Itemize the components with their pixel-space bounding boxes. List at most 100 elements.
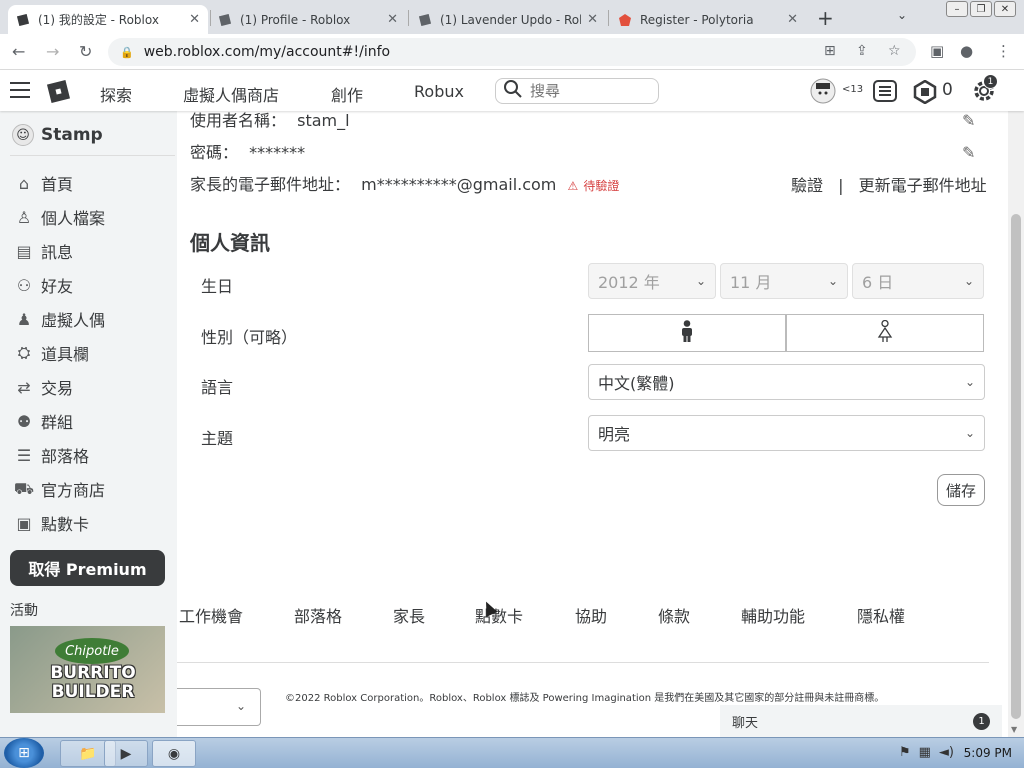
- sidebar-item-profile[interactable]: ♙ 個人檔案: [12, 203, 105, 231]
- nav-create[interactable]: 創作: [331, 82, 363, 106]
- sidebar-item-label: 訊息: [41, 243, 74, 262]
- scrollbar-thumb[interactable]: [1011, 214, 1021, 719]
- gender-female-button[interactable]: [786, 314, 984, 352]
- tab-close-icon[interactable]: ✕: [787, 12, 798, 27]
- email-row: 家長的電子郵件地址： m**********@gmail.com ⚠ 待驗證: [190, 171, 619, 195]
- chat-label: 聊天: [732, 715, 759, 731]
- forward-arrow-icon[interactable]: →: [46, 42, 59, 61]
- back-arrow-icon[interactable]: ←: [12, 42, 25, 61]
- sidebar-item-store[interactable]: ⛟ 官方商店: [12, 475, 105, 503]
- sidebar-item-giftcards[interactable]: ▣ 點數卡: [12, 509, 89, 537]
- taskbar-clock[interactable]: 5:09 PM: [964, 746, 1012, 760]
- email-status: 待驗證: [583, 179, 620, 193]
- update-email-link[interactable]: 更新電子郵件地址: [859, 176, 987, 195]
- window-controls: – ❐ ✕: [946, 1, 1016, 17]
- email-actions: 驗證 | 更新電子郵件地址: [791, 172, 987, 196]
- browser-tab-lavender[interactable]: (1) Lavender Updo - Robl ✕: [410, 5, 606, 34]
- chevron-down-icon: ⌄: [695, 274, 706, 288]
- gender-label: 性別（可略）: [201, 328, 298, 347]
- network-icon[interactable]: ▦: [919, 745, 931, 760]
- flag-icon[interactable]: ⚑: [899, 745, 911, 760]
- side-panel-icon[interactable]: ▣: [930, 42, 944, 60]
- nav-discover[interactable]: 探索: [100, 82, 132, 106]
- tab-title: Register - Polytoria: [640, 12, 754, 27]
- theme-select[interactable]: 明亮 ⌄: [588, 415, 985, 451]
- volume-icon[interactable]: ◄): [939, 745, 954, 760]
- birthday-month-select[interactable]: 11 月 ⌄: [720, 263, 848, 299]
- email-value: m**********@gmail.com: [361, 175, 557, 194]
- hamburger-menu-icon[interactable]: [10, 82, 30, 98]
- sidebar-user[interactable]: ☺ Stamp: [12, 124, 103, 146]
- sidebar-item-blog[interactable]: ☰ 部落格: [12, 441, 89, 469]
- save-button[interactable]: 儲存: [937, 474, 985, 506]
- footer-link-terms[interactable]: 條款: [658, 603, 690, 627]
- new-tab-plus-icon[interactable]: +: [817, 6, 834, 30]
- sidebar-item-groups[interactable]: ⚉ 群組: [12, 407, 73, 435]
- footer-link-privacy[interactable]: 隱私權: [857, 603, 905, 627]
- media-player-icon[interactable]: ▶: [104, 740, 148, 767]
- get-premium-button[interactable]: 取得 Premium: [10, 550, 165, 586]
- gender-male-button[interactable]: [588, 314, 786, 352]
- windows-start-icon[interactable]: ⊞: [4, 738, 44, 768]
- share-icon[interactable]: ⇪: [856, 43, 868, 59]
- footer-link-accessibility[interactable]: 輔助功能: [741, 603, 805, 627]
- sidebar-item-inventory[interactable]: ⛭ 道具欄: [12, 339, 89, 367]
- tab-close-icon[interactable]: ✕: [587, 12, 598, 27]
- event-banner[interactable]: Chipotle BURRITO BUILDER: [10, 626, 165, 713]
- browser-tab-polytoria[interactable]: Register - Polytoria ✕: [610, 5, 806, 34]
- chevron-down-icon: ⌄: [964, 375, 975, 389]
- birthday-day-select[interactable]: 6 日 ⌄: [852, 263, 984, 299]
- divider: [10, 155, 175, 156]
- sidebar-item-trade[interactable]: ⇄ 交易: [12, 373, 73, 401]
- verify-link[interactable]: 驗證: [791, 176, 823, 195]
- sidebar-item-messages[interactable]: ▤ 訊息: [12, 237, 73, 265]
- edit-username-icon[interactable]: ✎: [962, 111, 975, 130]
- restore-icon[interactable]: ❐: [970, 1, 992, 17]
- sidebar-item-friends[interactable]: ⚇ 好友: [12, 271, 73, 299]
- chat-bar[interactable]: 聊天 1: [720, 705, 1002, 737]
- tab-close-icon[interactable]: ✕: [387, 12, 398, 27]
- footer-link-blog[interactable]: 部落格: [294, 603, 342, 627]
- translate-icon[interactable]: ⊞: [824, 43, 836, 59]
- search-box[interactable]: [495, 78, 659, 104]
- nav-robux[interactable]: Robux: [414, 82, 464, 101]
- profile-avatar-icon[interactable]: ●: [960, 42, 973, 60]
- robux-icon[interactable]: [913, 79, 937, 108]
- password-value: *******: [249, 143, 306, 162]
- page-scrollbar[interactable]: ▲ ▼: [1008, 71, 1024, 737]
- tab-search-chevron-icon[interactable]: ⌄: [897, 8, 907, 22]
- browser-menu-icon[interactable]: ⋮: [996, 42, 1011, 60]
- close-window-icon[interactable]: ✕: [994, 1, 1016, 17]
- footer-link-parents[interactable]: 家長: [393, 603, 425, 627]
- footer-language-select[interactable]: ⌄: [177, 688, 261, 726]
- sidebar-item-avatar[interactable]: ♟ 虛擬人偶: [12, 305, 105, 333]
- nav-avatar-shop[interactable]: 虛擬人偶商店: [183, 82, 279, 106]
- sidebar-item-label: 好友: [41, 277, 74, 296]
- search-input[interactable]: [530, 82, 650, 100]
- chrome-icon[interactable]: ◉: [152, 740, 196, 767]
- user-avatar-icon[interactable]: [810, 78, 836, 108]
- trade-icon: ⇄: [17, 377, 31, 397]
- sidebar-item-label: 首頁: [41, 175, 74, 194]
- sidebar-item-label: 點數卡: [41, 515, 90, 534]
- tab-close-icon[interactable]: ✕: [189, 12, 200, 27]
- edit-password-icon[interactable]: ✎: [962, 143, 975, 162]
- minimize-icon[interactable]: –: [946, 1, 968, 17]
- url-bar[interactable]: 🔒 web.roblox.com/my/account#!/info ⊞ ⇪ ☆: [108, 38, 916, 66]
- language-select[interactable]: 中文(繁體) ⌄: [588, 364, 985, 400]
- scroll-down-icon[interactable]: ▼: [1011, 725, 1017, 734]
- sidebar-item-home[interactable]: ⌂ 首頁: [12, 169, 73, 197]
- bookmark-star-icon[interactable]: ☆: [888, 43, 901, 59]
- chevron-down-icon: ⌄: [235, 699, 246, 713]
- footer-link-jobs[interactable]: 工作機會: [179, 603, 243, 627]
- reload-icon[interactable]: ↻: [79, 42, 92, 61]
- email-label: 家長的電子郵件地址：: [190, 175, 351, 194]
- avatar-figure-icon: ♟: [16, 309, 32, 329]
- browser-tab-profile[interactable]: (1) Profile - Roblox ✕: [210, 5, 406, 34]
- browser-tab-settings[interactable]: (1) 我的設定 - Roblox ✕: [8, 5, 208, 34]
- notification-badge: 1: [983, 74, 998, 89]
- notifications-list-icon[interactable]: [873, 80, 897, 106]
- footer-link-help[interactable]: 協助: [575, 603, 607, 627]
- birthday-year-select[interactable]: 2012 年 ⌄: [588, 263, 716, 299]
- roblox-logo-icon[interactable]: [46, 79, 71, 104]
